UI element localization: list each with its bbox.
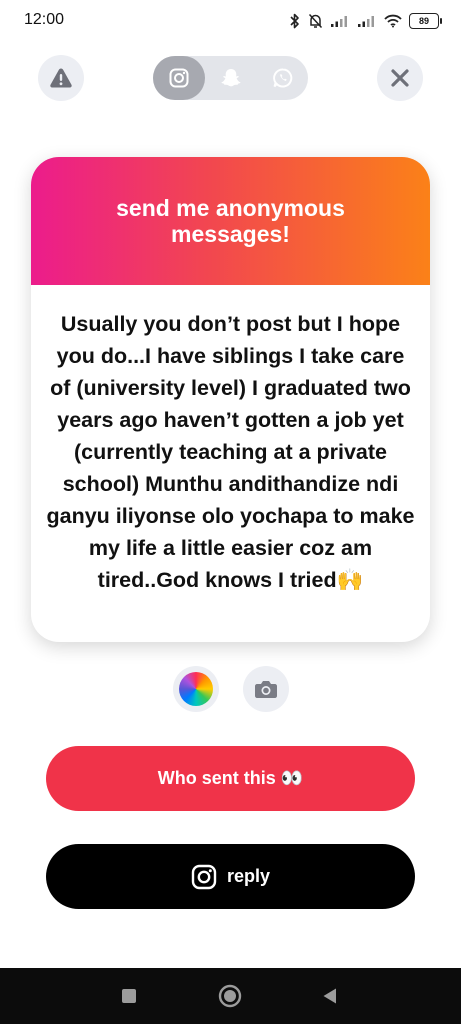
who-sent-this-label: Who sent this 👀 — [157, 768, 304, 788]
back-button[interactable] — [305, 968, 355, 1024]
mute-bell-icon — [308, 13, 323, 29]
signal-icon — [331, 16, 347, 27]
share-whatsapp-option[interactable] — [257, 56, 309, 100]
card-title: send me anonymous messages! — [116, 195, 345, 247]
signal-2-icon — [358, 16, 374, 27]
card-message: Usually you don’t post but I hope you do… — [46, 312, 415, 592]
close-icon — [391, 69, 409, 87]
card-body: Usually you don’t post but I hope you do… — [31, 285, 430, 596]
color-wheel-icon — [179, 672, 213, 706]
share-platform-toggle — [153, 56, 308, 100]
instagram-icon — [169, 68, 189, 88]
reply-label: reply — [226, 866, 271, 886]
camera-icon — [255, 681, 277, 698]
whatsapp-icon — [273, 68, 293, 88]
share-snapchat-option[interactable] — [205, 56, 257, 100]
status-icons: 89 — [289, 10, 442, 32]
back-icon — [323, 988, 336, 1004]
who-sent-this-button[interactable]: Who sent this 👀 — [46, 746, 415, 811]
card-header: send me anonymous messages! — [31, 157, 430, 285]
snapchat-icon — [221, 69, 241, 87]
bluetooth-icon — [290, 13, 299, 29]
message-card: send me anonymous messages! Usually you … — [31, 157, 430, 642]
status-time: 12:00 — [24, 11, 65, 28]
report-button[interactable] — [38, 55, 84, 101]
battery-indicator: 89 — [409, 13, 442, 29]
home-button[interactable] — [205, 968, 255, 1024]
color-picker-button[interactable] — [173, 666, 219, 712]
system-nav-bar — [0, 968, 461, 1024]
status-bar: 12:00 89 — [0, 0, 461, 42]
camera-button[interactable] — [243, 666, 289, 712]
instagram-icon — [191, 864, 217, 889]
close-button[interactable] — [377, 55, 423, 101]
warning-icon — [50, 68, 72, 88]
recents-button[interactable] — [104, 968, 154, 1024]
wifi-icon — [384, 14, 402, 28]
home-icon — [218, 984, 242, 1008]
reply-button[interactable]: reply — [46, 844, 415, 909]
share-instagram-option[interactable] — [153, 56, 205, 100]
recents-icon — [122, 989, 136, 1003]
